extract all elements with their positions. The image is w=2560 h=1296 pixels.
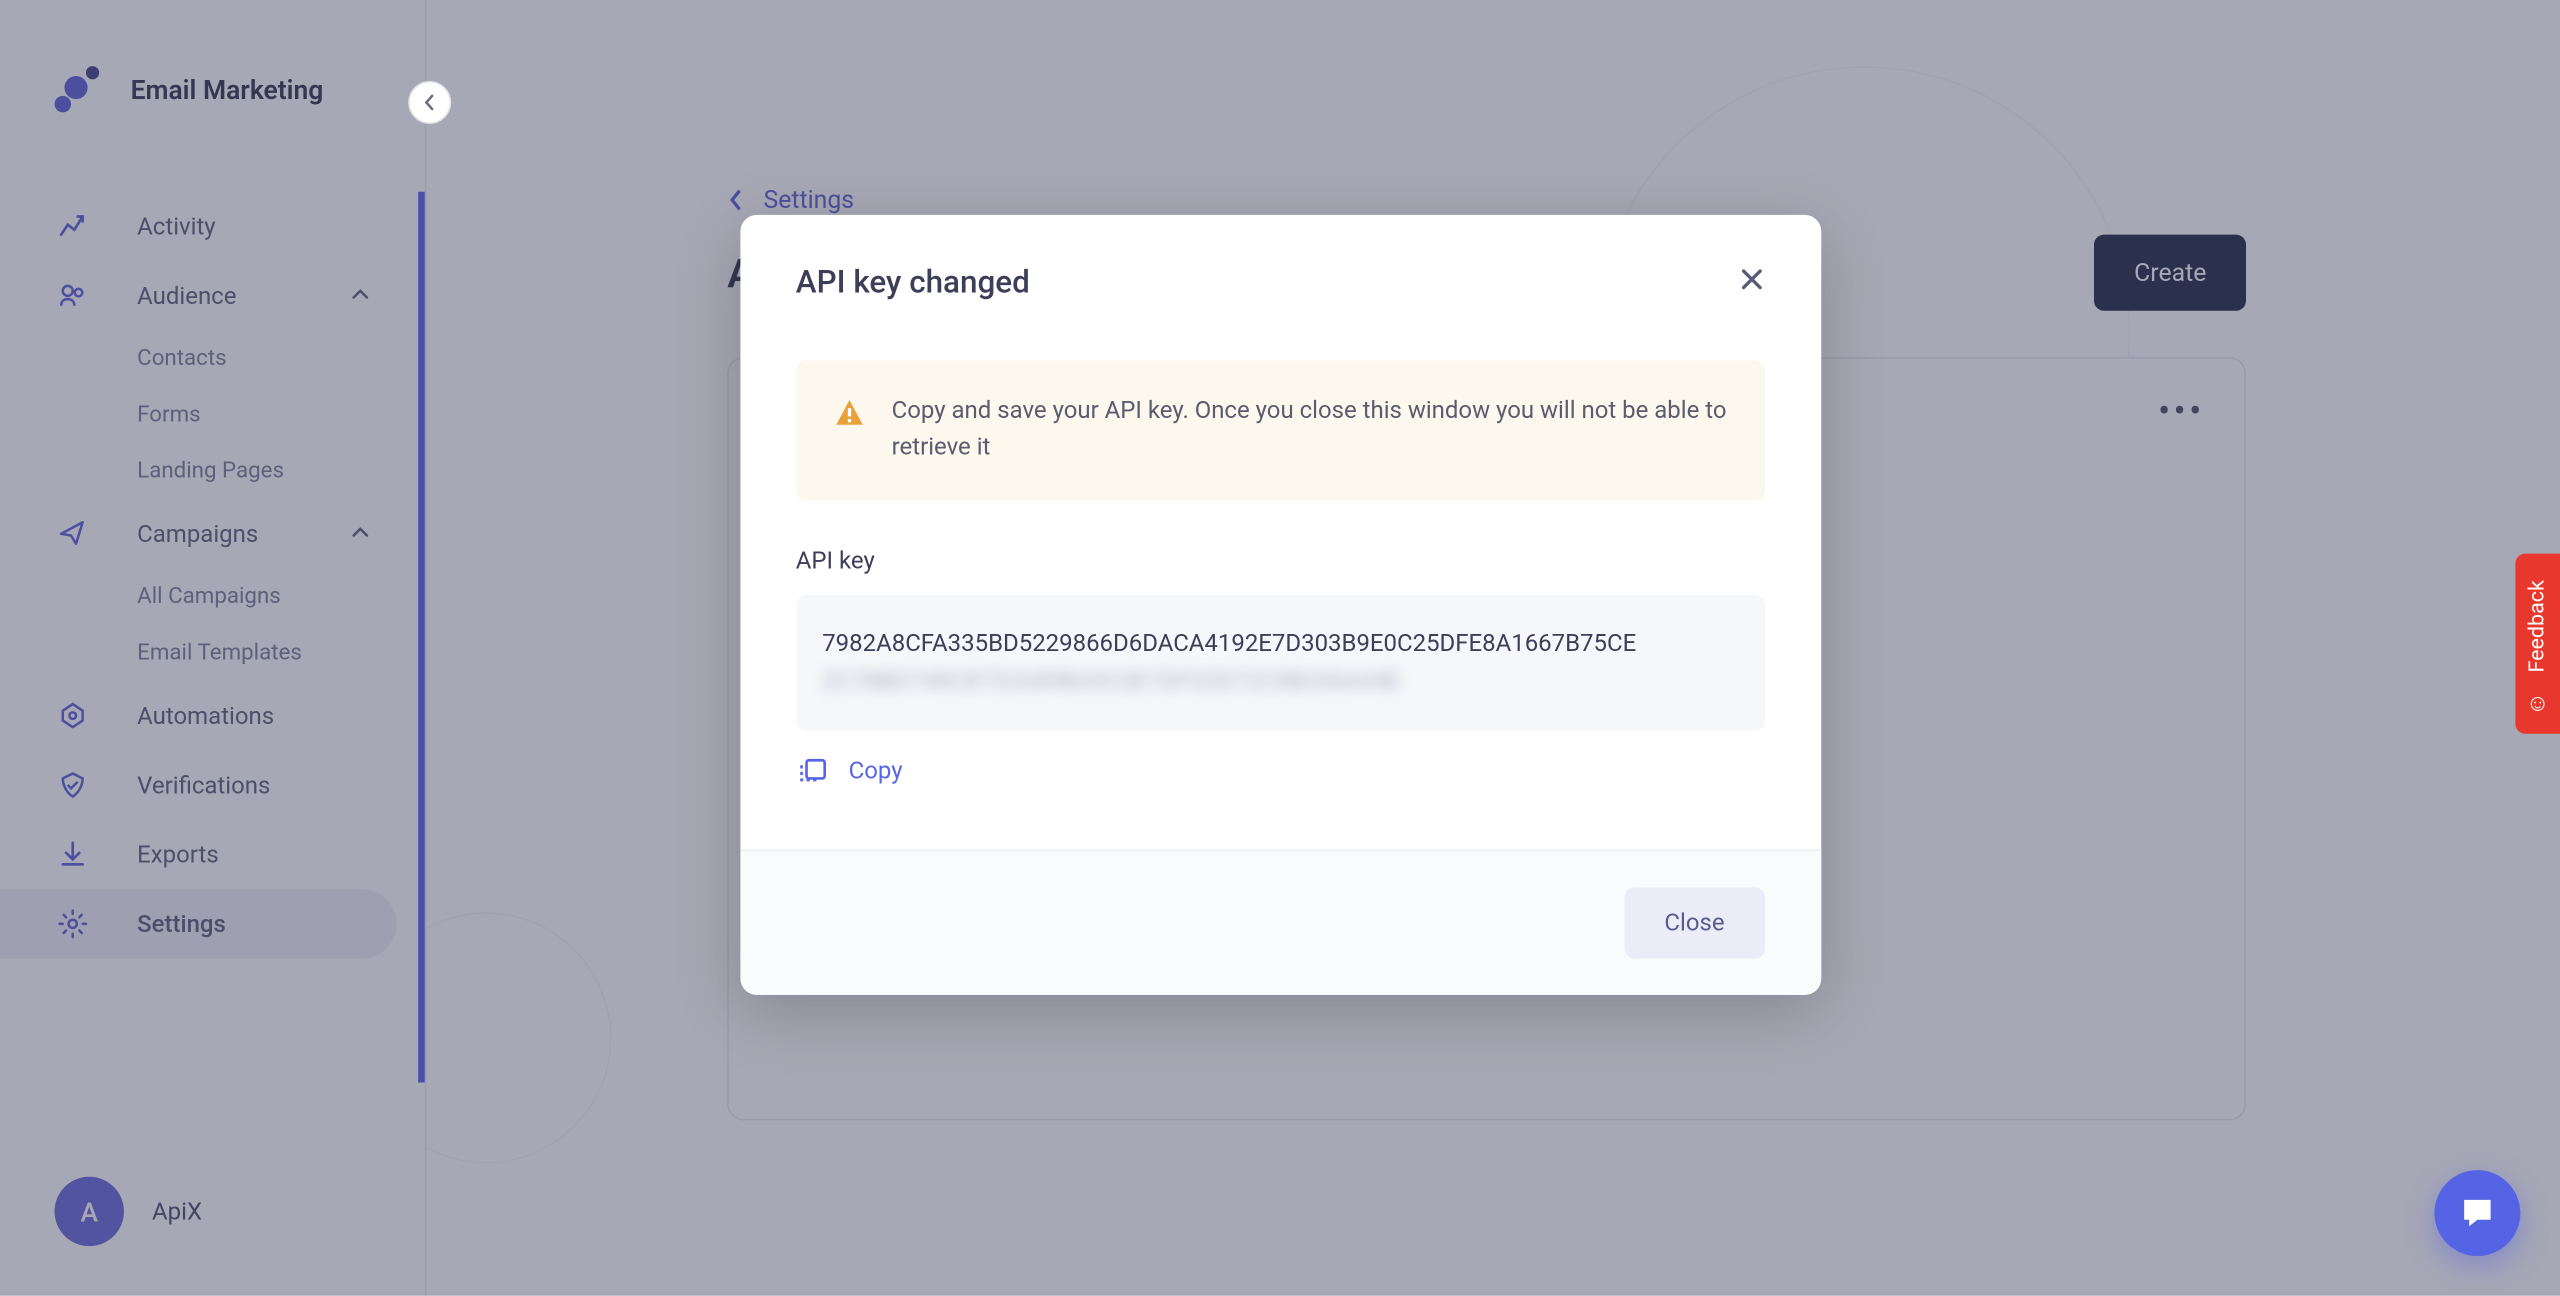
modal-title: API key changed bbox=[796, 262, 1030, 300]
api-key-value: 7982A8CFA335BD5229866D6DACA4192E7D303B9E… bbox=[796, 595, 1764, 731]
warning-text: Copy and save your API key. Once you clo… bbox=[892, 393, 1728, 467]
modal-body: Copy and save your API key. Once you clo… bbox=[740, 340, 1821, 850]
modal-close-button[interactable] bbox=[1738, 261, 1764, 301]
api-key-label: API key bbox=[796, 547, 1764, 575]
copy-button[interactable]: Copy bbox=[796, 754, 903, 787]
warning-icon bbox=[832, 397, 865, 430]
chat-icon bbox=[2458, 1193, 2498, 1233]
feedback-tab[interactable]: Feedback ☺ bbox=[2515, 554, 2560, 734]
api-key-visible: 7982A8CFA335BD5229866D6DACA4192E7D303B9E… bbox=[822, 630, 1636, 658]
feedback-label: Feedback bbox=[2525, 580, 2550, 672]
warning-alert: Copy and save your API key. Once you clo… bbox=[796, 360, 1764, 500]
modal-overlay[interactable]: API key changed Copy and save your API k… bbox=[0, 0, 2560, 1296]
copy-icon bbox=[796, 754, 829, 787]
smiley-icon: ☺ bbox=[2526, 689, 2550, 717]
api-key-hidden: 2C78BD749C8752A89BA9C0E7DF02D72C0B206A44… bbox=[822, 668, 1400, 696]
copy-label: Copy bbox=[849, 757, 903, 785]
chevron-left-icon bbox=[421, 94, 438, 111]
close-icon bbox=[1738, 266, 1764, 292]
collapse-sidebar-button[interactable] bbox=[408, 81, 451, 124]
chat-launcher[interactable] bbox=[2434, 1170, 2520, 1256]
modal-footer: Close bbox=[740, 850, 1821, 995]
api-key-modal: API key changed Copy and save your API k… bbox=[740, 215, 1821, 996]
close-button[interactable]: Close bbox=[1625, 888, 1764, 959]
modal-header: API key changed bbox=[740, 215, 1821, 341]
